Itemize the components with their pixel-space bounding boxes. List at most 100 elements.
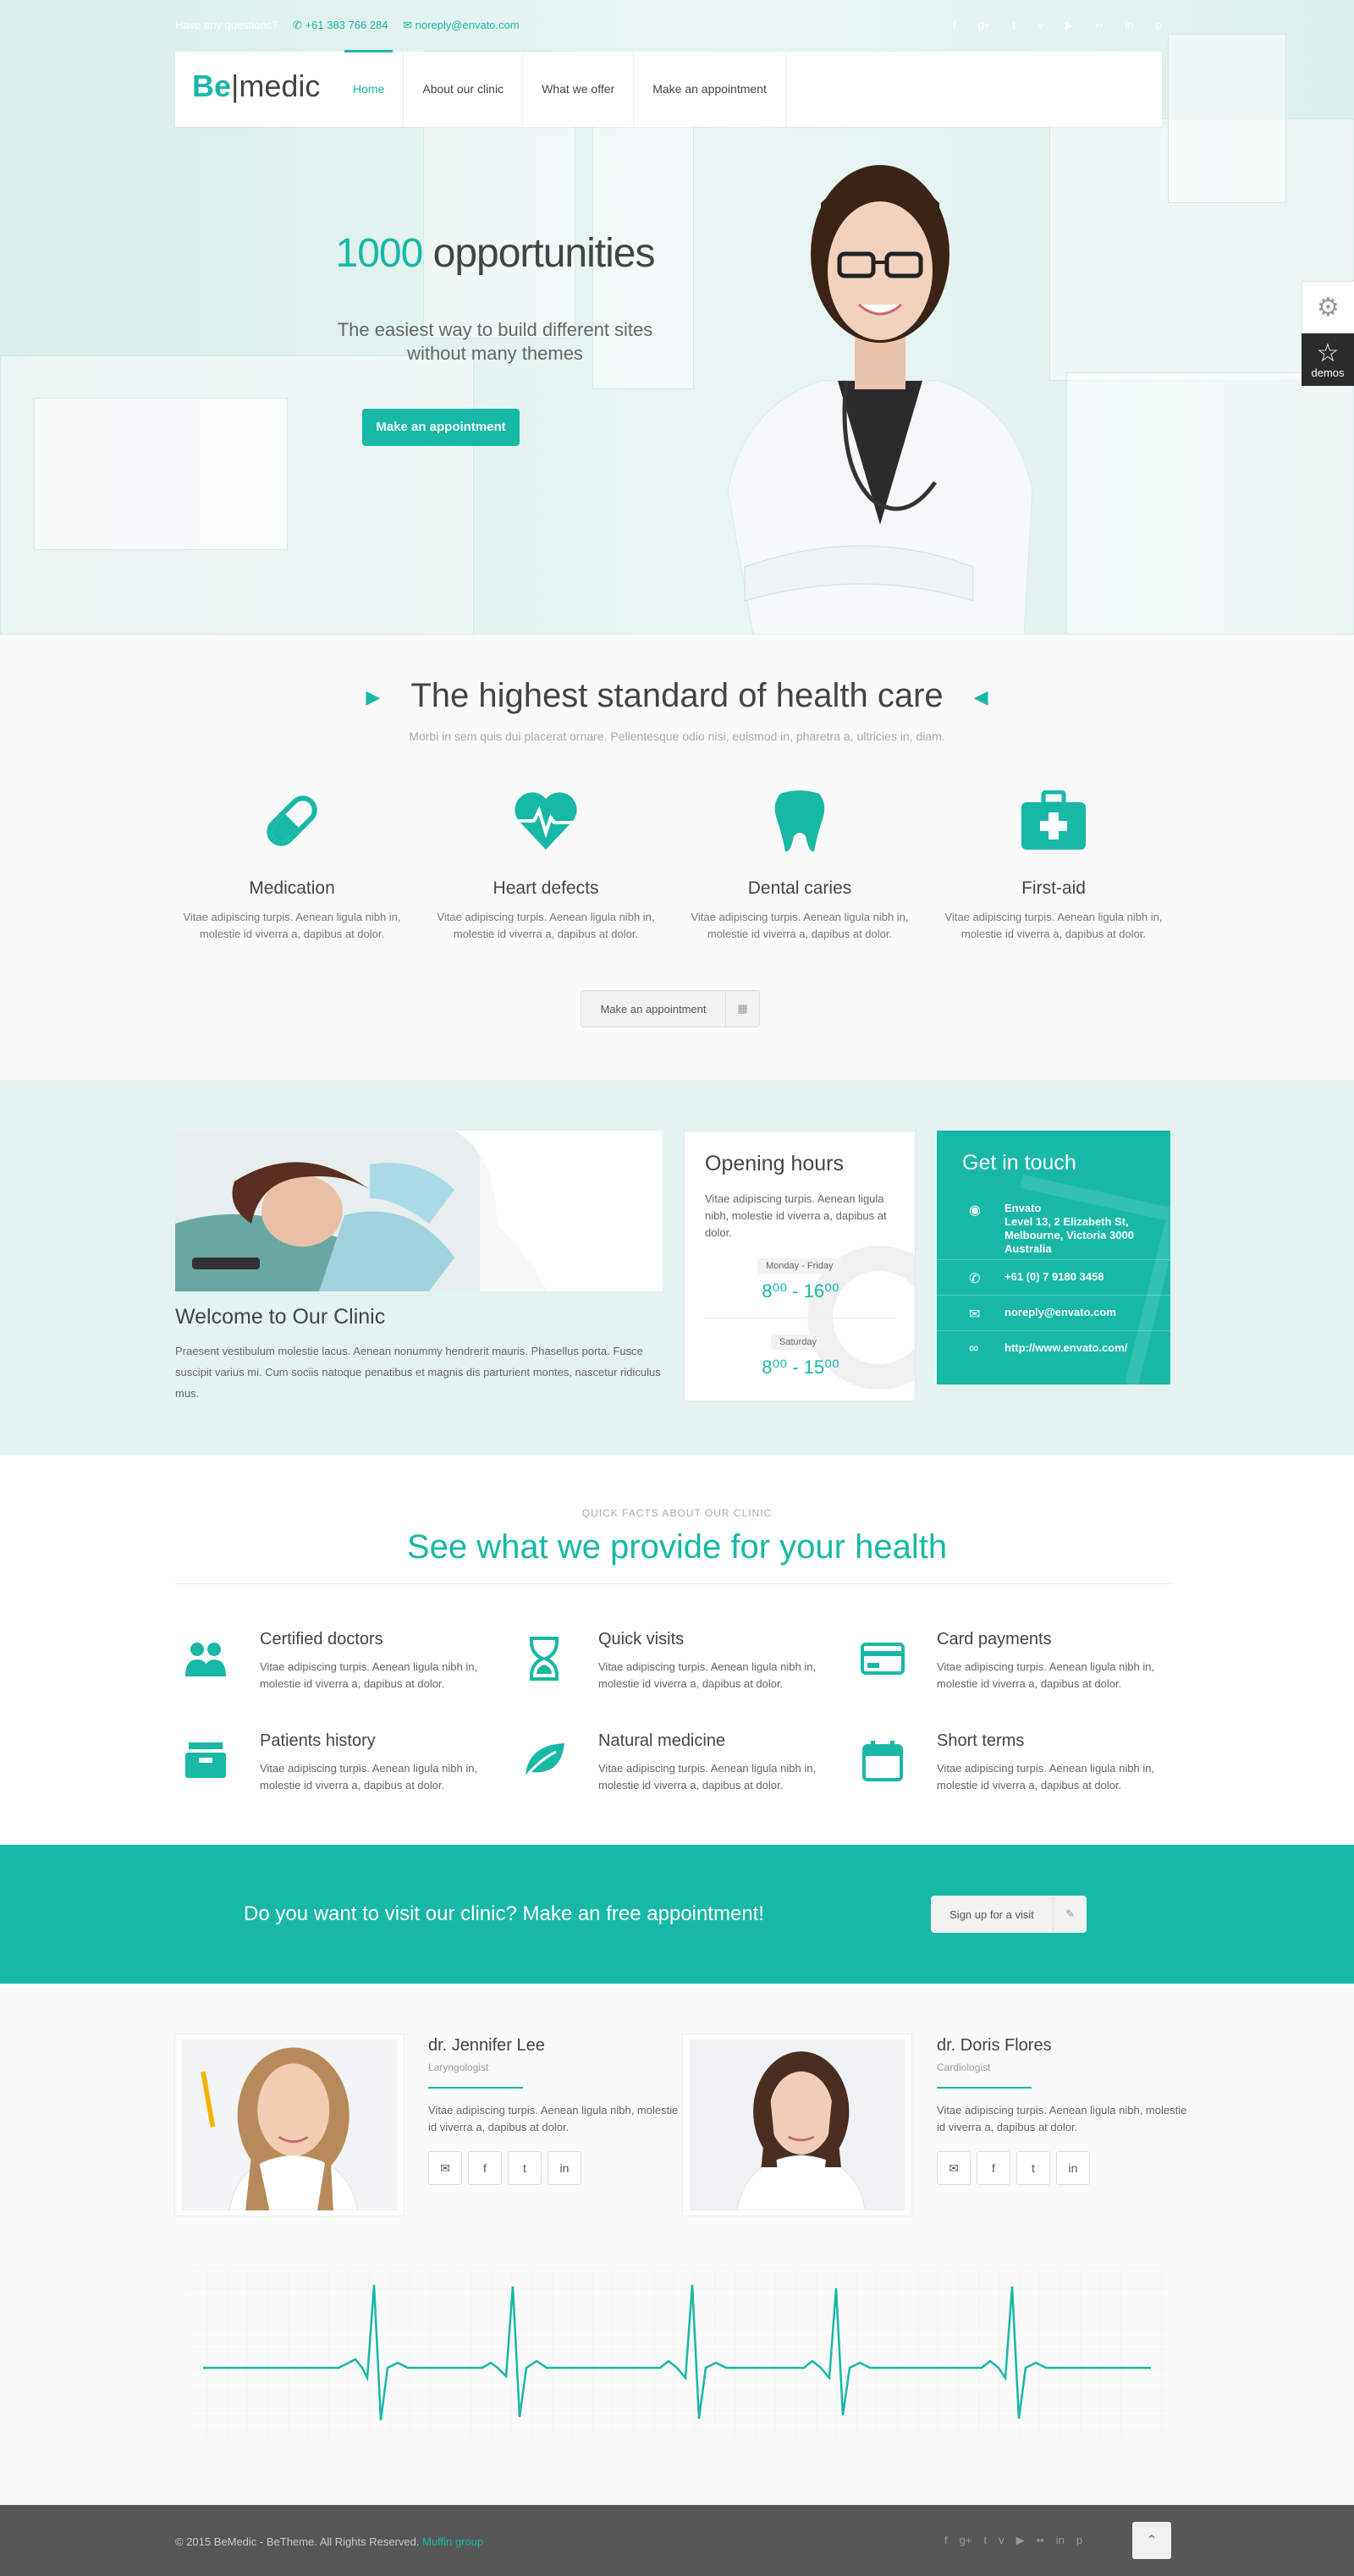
welcome-title: Welcome to Our Clinic bbox=[175, 1305, 386, 1329]
facts-divider bbox=[175, 1583, 1170, 1584]
hero-appointment-button[interactable]: Make an appointment bbox=[362, 409, 520, 446]
twitter-icon[interactable]: t bbox=[1016, 2151, 1050, 2185]
ekg-heartbeat-graphic bbox=[186, 2268, 1168, 2437]
pencil-icon: ✎ bbox=[1053, 1896, 1087, 1933]
footer-copyright: © 2015 BeMedic - BeTheme. All Rights Res… bbox=[175, 2535, 484, 2548]
twitter-icon[interactable]: t bbox=[983, 2534, 987, 2547]
calendar-icon: ▦ bbox=[725, 991, 759, 1027]
menu-item-home[interactable]: Home bbox=[334, 50, 405, 127]
menu-item-offer[interactable]: What we offer bbox=[523, 52, 635, 127]
pill-icon bbox=[173, 787, 410, 855]
calendar-icon bbox=[861, 1738, 905, 1782]
archive-icon bbox=[184, 1738, 228, 1782]
email-icon[interactable]: ✉ bbox=[937, 2151, 971, 2185]
facts-title: See what we provide for your health bbox=[406, 1528, 948, 1566]
pinterest-icon[interactable]: p bbox=[1076, 2534, 1082, 2547]
flickr-icon[interactable]: •• bbox=[1037, 2534, 1044, 2547]
address-row: ◉ Envato Level 13, 2 Elizabeth St, Melbou… bbox=[937, 1193, 1170, 1268]
doctor-name: dr. Doris Flores bbox=[937, 2036, 1052, 2055]
first-aid-kit-icon bbox=[935, 787, 1172, 855]
envelope-icon: ✉ bbox=[969, 1307, 981, 1322]
leaf-icon bbox=[522, 1738, 566, 1782]
doctor-text: Vitae adipiscing turpis. Aenean ligula n… bbox=[937, 2104, 1187, 2133]
web-row: ∞ http://www.envato.com/ bbox=[937, 1330, 1170, 1366]
youtube-icon[interactable]: ▶ bbox=[1065, 19, 1074, 32]
demos-button[interactable]: ☆demos bbox=[1302, 333, 1354, 386]
footer: © 2015 BeMedic - BeTheme. All Rights Res… bbox=[0, 2505, 1354, 2576]
menu-item-appointment[interactable]: Make an appointment bbox=[634, 52, 786, 127]
hero-subtitle: The easiest way to build different sites… bbox=[337, 319, 653, 364]
doctor-role: Laryngologist bbox=[428, 2061, 489, 2073]
footer-socials: f g+ t v ▶ •• in p bbox=[944, 2534, 1082, 2547]
topbar-email[interactable]: ✉ noreply@envato.com bbox=[403, 19, 520, 31]
hours-title: Opening hours bbox=[705, 1152, 845, 1175]
vimeo-icon[interactable]: v bbox=[1038, 19, 1043, 32]
cta-banner: Do you want to visit our clinic? Make an… bbox=[0, 1845, 1354, 1984]
doctor-role: Cardiologist bbox=[937, 2061, 991, 2073]
back-to-top-button[interactable]: ⌃ bbox=[1132, 2522, 1171, 2559]
linkedin-icon[interactable]: in bbox=[1126, 19, 1134, 32]
linkedin-icon[interactable]: in bbox=[1056, 2151, 1090, 2185]
main-navbar: Be|medic Home About our clinic What we o… bbox=[175, 50, 1162, 127]
topbar-socials: f g+ t v ▶ •• in p bbox=[953, 19, 1174, 32]
feature-medication: Medication Vitae adipiscing turpis. Aene… bbox=[173, 787, 410, 943]
email-icon[interactable]: ✉ bbox=[428, 2151, 462, 2185]
settings-gear-icon[interactable]: ⚙ bbox=[1302, 281, 1354, 333]
linkedin-icon[interactable]: in bbox=[1056, 2534, 1065, 2547]
doctor-photo-jennifer bbox=[175, 2034, 404, 2215]
welcome-text: Praesent vestibulum molestie lacus. Aene… bbox=[175, 1345, 661, 1400]
facebook-icon[interactable]: f bbox=[953, 19, 956, 32]
google-plus-icon[interactable]: g+ bbox=[978, 19, 991, 32]
topbar-question: Have any questions? bbox=[175, 19, 278, 31]
get-in-touch-box: Get in touch ◉ Envato Level 13, 2 Elizabe… bbox=[937, 1131, 1170, 1384]
touch-title: Get in touch bbox=[962, 1151, 1076, 1175]
fact-item: Quick visits Vitae adipiscing turpis. Ae… bbox=[514, 1630, 816, 1698]
doctor-divider bbox=[937, 2087, 1032, 2089]
doctor-hero-image bbox=[727, 165, 1033, 635]
cta-text: Do you want to visit our clinic? Make an… bbox=[244, 1902, 764, 1925]
hero-title: 1000 opportunities bbox=[335, 231, 656, 276]
triangle-left-icon: ◀ bbox=[973, 686, 988, 708]
main-menu: Home About our clinic What we offer Make… bbox=[334, 50, 786, 127]
tooth-icon bbox=[681, 787, 918, 855]
top-bar: Have any questions? ✆ +61 383 766 284 ✉ … bbox=[175, 19, 1174, 36]
phone-row: ✆ +61 (0) 7 9180 3458 bbox=[937, 1259, 1170, 1295]
star-icon: ☆ bbox=[1316, 339, 1340, 367]
feature-firstaid: First-aid Vitae adipiscing turpis. Aenea… bbox=[935, 787, 1172, 943]
site-logo[interactable]: Be|medic bbox=[192, 69, 320, 104]
triangle-right-icon: ▶ bbox=[366, 686, 381, 708]
hourglass-icon bbox=[522, 1637, 566, 1681]
google-plus-icon[interactable]: g+ bbox=[960, 2534, 972, 2547]
doctor-name: dr. Jennifer Lee bbox=[428, 2036, 545, 2055]
weekday-time: 8⁰⁰ - 16⁰⁰ bbox=[762, 1280, 839, 1302]
flickr-icon[interactable]: •• bbox=[1096, 19, 1104, 32]
credit-card-icon bbox=[861, 1637, 905, 1681]
facebook-icon[interactable]: f bbox=[468, 2151, 502, 2185]
users-icon bbox=[184, 1637, 228, 1681]
footer-link[interactable]: Muffin group bbox=[422, 2535, 483, 2548]
facebook-icon[interactable]: f bbox=[977, 2151, 1010, 2185]
facts-kicker: QUICK FACTS ABOUT OUR CLINIC bbox=[581, 1507, 773, 1519]
standard-subtitle: Morbi in sem quis dui placerat ornare. P… bbox=[409, 729, 945, 743]
make-appointment-button[interactable]: Make an appointment ▦ bbox=[581, 990, 760, 1027]
twitter-icon[interactable]: t bbox=[508, 2151, 542, 2185]
fact-item: Short terms Vitae adipiscing turpis. Aen… bbox=[852, 1731, 1154, 1799]
email-row: ✉ noreply@envato.com bbox=[937, 1295, 1170, 1330]
youtube-icon[interactable]: ▶ bbox=[1016, 2534, 1025, 2547]
fact-item: Patients history Vitae adipiscing turpis… bbox=[175, 1731, 477, 1799]
doctor-social-buttons: ✉ f t in bbox=[937, 2151, 1096, 2185]
topbar-phone[interactable]: ✆ +61 383 766 284 bbox=[293, 19, 388, 31]
weekday-label: Monday - Friday bbox=[757, 1258, 842, 1274]
saturday-time: 8⁰⁰ - 15⁰⁰ bbox=[762, 1357, 839, 1378]
side-demo-panel: ⚙ ☆demos bbox=[1302, 281, 1354, 386]
twitter-icon[interactable]: t bbox=[1012, 19, 1015, 32]
menu-item-about[interactable]: About our clinic bbox=[404, 52, 524, 127]
vimeo-icon[interactable]: v bbox=[999, 2534, 1004, 2547]
heart-pulse-icon bbox=[427, 787, 664, 855]
link-icon: ∞ bbox=[969, 1341, 979, 1356]
signup-visit-button[interactable]: Sign up for a visit ✎ bbox=[931, 1896, 1087, 1933]
facebook-icon[interactable]: f bbox=[944, 2534, 948, 2547]
linkedin-icon[interactable]: in bbox=[548, 2151, 581, 2185]
fact-item: Card payments Vitae adipiscing turpis. A… bbox=[852, 1630, 1154, 1698]
pinterest-icon[interactable]: p bbox=[1156, 19, 1162, 32]
